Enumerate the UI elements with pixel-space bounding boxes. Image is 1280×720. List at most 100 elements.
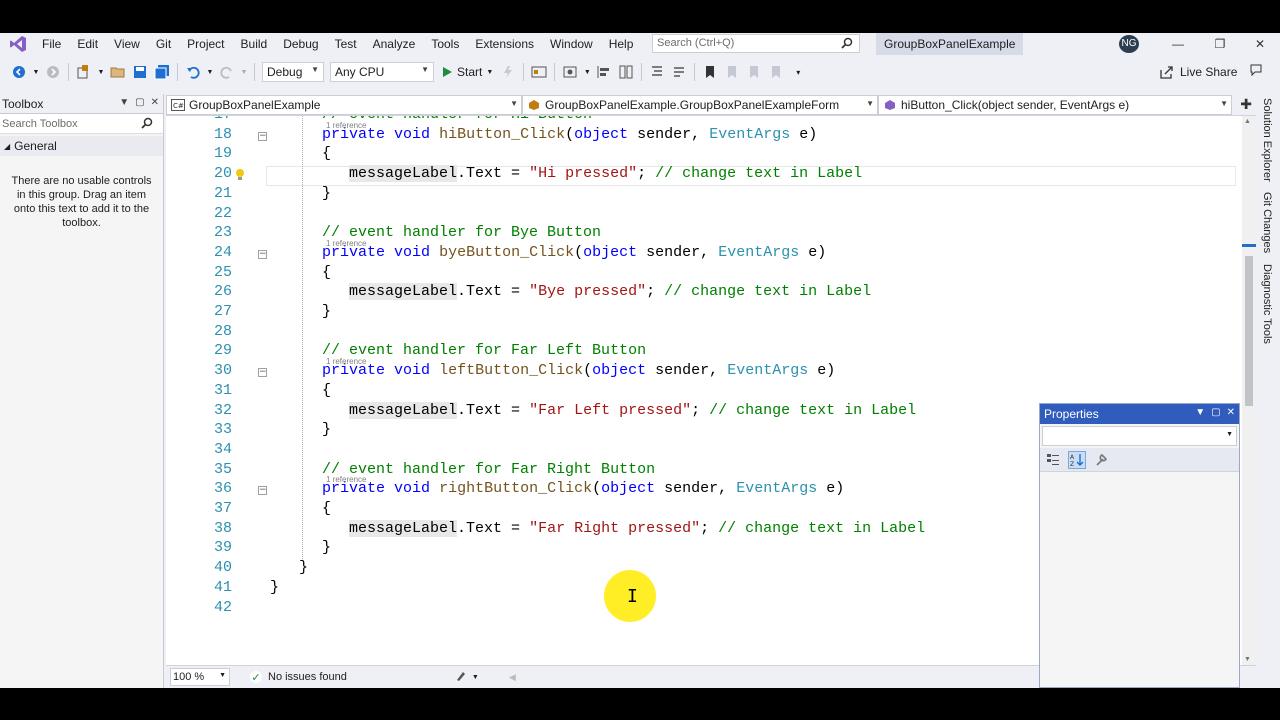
code-line[interactable]: { [286, 264, 331, 281]
minimize-icon[interactable]: — [1158, 33, 1198, 55]
code-line[interactable]: messageLabel.Text = "Bye pressed"; // ch… [286, 283, 871, 301]
chevron-down-icon[interactable]: ▼ [97, 63, 105, 81]
toolbox-search-input[interactable]: Search Toolbox [0, 114, 163, 134]
browse-icon[interactable] [530, 63, 548, 81]
code-line[interactable] [286, 599, 322, 616]
chevron-down-icon[interactable]: ▼ [119, 97, 129, 108]
menu-edit[interactable]: Edit [69, 33, 106, 55]
live-share-button[interactable]: Live Share [1160, 63, 1263, 80]
codelens-references[interactable]: 1 reference [326, 357, 366, 366]
code-line[interactable] [286, 441, 322, 458]
code-line[interactable]: messageLabel.Text = "Far Right pressed";… [286, 519, 925, 537]
chevron-down-icon[interactable]: ▼ [583, 63, 591, 81]
menu-debug[interactable]: Debug [275, 33, 326, 55]
back-icon[interactable] [10, 63, 28, 81]
toolbox-group-general[interactable]: ◢ General [0, 136, 163, 156]
menu-test[interactable]: Test [327, 33, 365, 55]
layout-icon[interactable] [617, 63, 635, 81]
code-cleanup-icon[interactable] [455, 670, 469, 685]
code-line[interactable]: { [286, 382, 331, 399]
git-changes-tab[interactable]: Git Changes [1261, 192, 1273, 253]
code-line[interactable] [286, 205, 322, 222]
chevron-down-icon[interactable]: ▼ [206, 63, 214, 81]
menu-help[interactable]: Help [601, 33, 642, 55]
undo-icon[interactable] [184, 63, 202, 81]
zoom-select[interactable]: 100 % ▼ [170, 668, 230, 686]
prev-bookmark-icon[interactable] [723, 63, 741, 81]
code-line[interactable]: private void byeButton_Click(object send… [286, 244, 826, 261]
property-pages-icon[interactable] [1092, 451, 1110, 469]
visual-studio-logo-icon[interactable] [7, 35, 29, 53]
lightbulb-icon[interactable] [234, 168, 246, 185]
screenshot-icon[interactable] [561, 63, 579, 81]
categorized-icon[interactable] [1044, 451, 1062, 469]
code-line[interactable]: messageLabel.Text = "Hi pressed"; // cha… [286, 165, 862, 183]
search-input[interactable]: Search (Ctrl+Q) [652, 34, 860, 53]
solution-explorer-tab[interactable]: Solution Explorer [1261, 98, 1273, 182]
code-line[interactable]: private void leftButton_Click(object sen… [286, 362, 835, 379]
menu-extensions[interactable]: Extensions [467, 33, 542, 55]
hot-reload-icon[interactable] [499, 63, 517, 81]
menu-build[interactable]: Build [233, 33, 276, 55]
diagnostic-tools-tab[interactable]: Diagnostic Tools [1261, 264, 1273, 344]
feedback-icon[interactable] [1249, 63, 1263, 80]
collapse-region-icon[interactable]: − [258, 249, 267, 259]
chevron-down-icon[interactable]: ▼ [32, 63, 40, 81]
clear-bookmarks-icon[interactable] [767, 63, 785, 81]
properties-object-select[interactable]: ▼ [1042, 426, 1237, 446]
code-line[interactable]: private void rightButton_Click(object se… [286, 480, 844, 497]
collapse-region-icon[interactable]: − [258, 486, 267, 496]
comment-out-icon[interactable] [670, 63, 688, 81]
menu-view[interactable]: View [106, 33, 148, 55]
menu-project[interactable]: Project [179, 33, 232, 55]
code-line[interactable]: messageLabel.Text = "Far Left pressed"; … [286, 401, 916, 419]
next-bookmark-icon[interactable] [745, 63, 763, 81]
chevron-down-icon[interactable]: ▼ [1195, 407, 1205, 418]
toolbar-overflow-icon[interactable]: ▾ [789, 63, 807, 81]
chevron-down-icon[interactable]: ▼ [240, 63, 248, 81]
solution-platform-select[interactable]: Any CPU ▼ [330, 62, 434, 82]
close-icon[interactable]: ✕ [1240, 33, 1280, 55]
menu-tools[interactable]: Tools [423, 33, 467, 55]
start-button[interactable]: Start ▼ [441, 65, 493, 79]
scroll-up-icon[interactable]: ▲ [1244, 118, 1251, 125]
chevron-down-icon[interactable]: ▼ [472, 674, 479, 681]
codelens-references[interactable]: 1 reference [326, 239, 366, 248]
solution-configuration-select[interactable]: Debug ▼ [262, 62, 324, 82]
solution-name-badge[interactable]: GroupBoxPanelExample [876, 33, 1024, 55]
bookmark-icon[interactable] [701, 63, 719, 81]
save-all-icon[interactable] [153, 63, 171, 81]
code-line[interactable]: { [286, 145, 331, 162]
restore-icon[interactable]: ❐ [1200, 33, 1240, 55]
code-line[interactable]: } [270, 579, 279, 596]
align-left-icon[interactable] [595, 63, 613, 81]
menu-file[interactable]: File [34, 33, 69, 55]
user-avatar[interactable]: NG [1119, 35, 1139, 53]
close-icon[interactable]: ✕ [1227, 407, 1235, 418]
member-select[interactable]: hiButton_Click(object sender, EventArgs … [878, 95, 1232, 115]
pin-icon[interactable]: ▢ [135, 97, 144, 108]
collapse-region-icon[interactable]: − [258, 368, 267, 378]
code-line[interactable]: } [286, 539, 331, 556]
format-icon[interactable] [648, 63, 666, 81]
menu-analyze[interactable]: Analyze [365, 33, 424, 55]
scroll-down-icon[interactable]: ▼ [1244, 656, 1251, 663]
open-folder-icon[interactable] [109, 63, 127, 81]
menu-git[interactable]: Git [148, 33, 179, 55]
code-line[interactable]: } [286, 303, 331, 320]
hscroll-left-icon[interactable]: ◀ [509, 672, 516, 683]
collapse-region-icon[interactable]: − [258, 131, 267, 141]
close-icon[interactable]: ✕ [151, 97, 159, 108]
toolbox-empty-message[interactable]: There are no usable controls in this gro… [0, 156, 163, 248]
code-line[interactable] [286, 323, 322, 340]
scrollbar-thumb[interactable] [1245, 256, 1253, 406]
issues-indicator[interactable]: ✓ No issues found [250, 671, 347, 684]
code-line[interactable]: } [286, 185, 331, 202]
forward-icon[interactable] [44, 63, 62, 81]
class-select[interactable]: GroupBoxPanelExample.GroupBoxPanelExampl… [522, 95, 878, 115]
new-project-icon[interactable] [75, 63, 93, 81]
maximize-icon[interactable]: ▢ [1211, 407, 1220, 418]
vertical-scrollbar[interactable]: ▲ ▼ [1242, 116, 1256, 665]
menu-window[interactable]: Window [542, 33, 601, 55]
codelens-references[interactable]: 1 reference [326, 475, 366, 484]
